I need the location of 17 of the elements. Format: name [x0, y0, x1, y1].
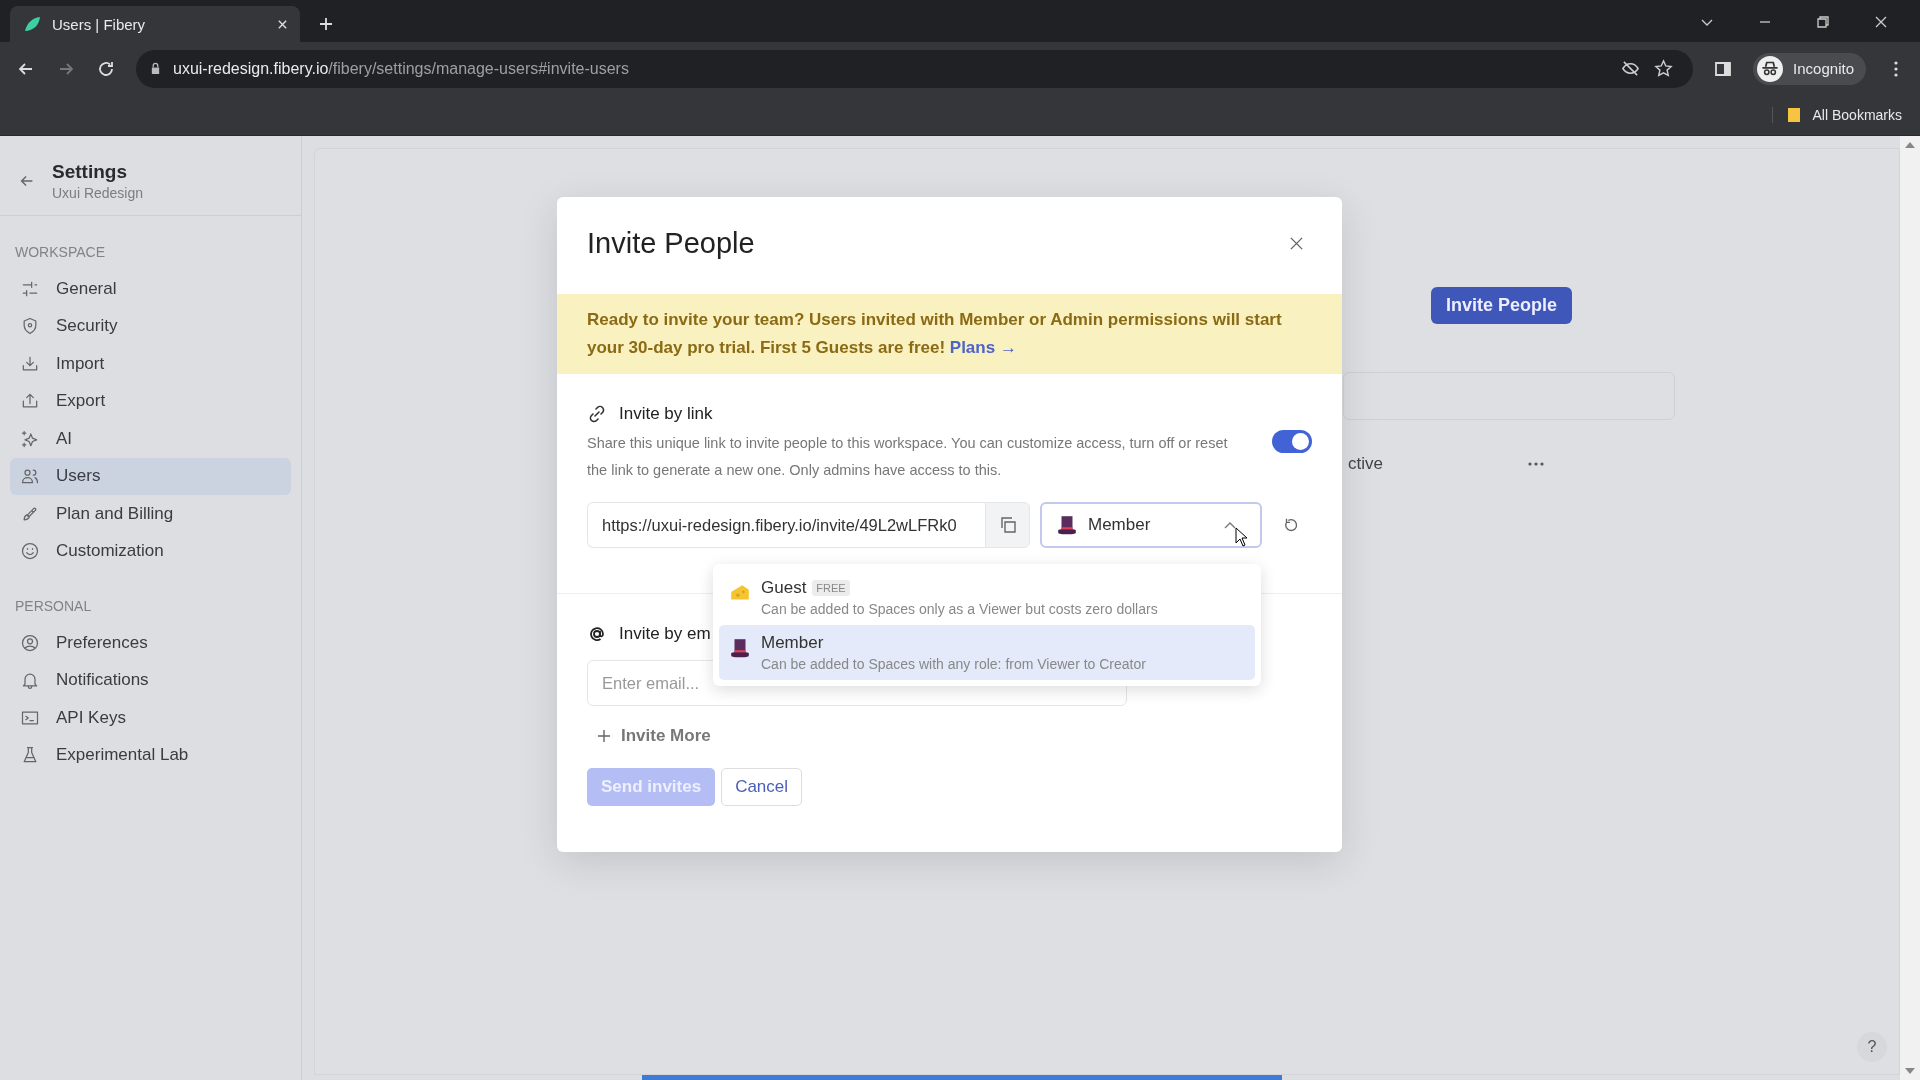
user-status: ctive	[1348, 454, 1384, 474]
section-description: Share this unique link to invite people to this workspace. You can customize access, turn off or reset the link to generate a new one. Only admins have access to this.	[587, 434, 1229, 480]
role-description: Can be added to Spaces only as a Viewer but costs zero dollars	[761, 601, 1158, 617]
settings-title: Settings	[52, 161, 128, 183]
banner-text: Ready to invite your team? Users invited with Member or Admin permissions will start your 30-day pro trial. First 5 Guests are free! Plans →	[587, 309, 1283, 359]
workspace-name: Uxui Redesign	[52, 185, 144, 201]
dialog-title: Invite People	[587, 227, 755, 260]
role-description: Can be added to Spaces with any role: from Viewer to Creator	[761, 656, 1146, 672]
section-title: Invite by em	[619, 624, 711, 644]
tab-title: Users | Fibery	[52, 15, 147, 33]
role-name: Guest	[761, 578, 807, 598]
role-name: Member	[761, 633, 824, 653]
section-heading: PERSONAL	[14, 597, 93, 616]
free-badge: FREE	[812, 580, 850, 596]
section-heading: WORKSPACE	[14, 243, 106, 262]
url-text: uxui-redesign.fibery.io/fibery/settings/manage-users#invite-users	[173, 59, 629, 78]
section-title: Invite by link	[619, 404, 713, 424]
